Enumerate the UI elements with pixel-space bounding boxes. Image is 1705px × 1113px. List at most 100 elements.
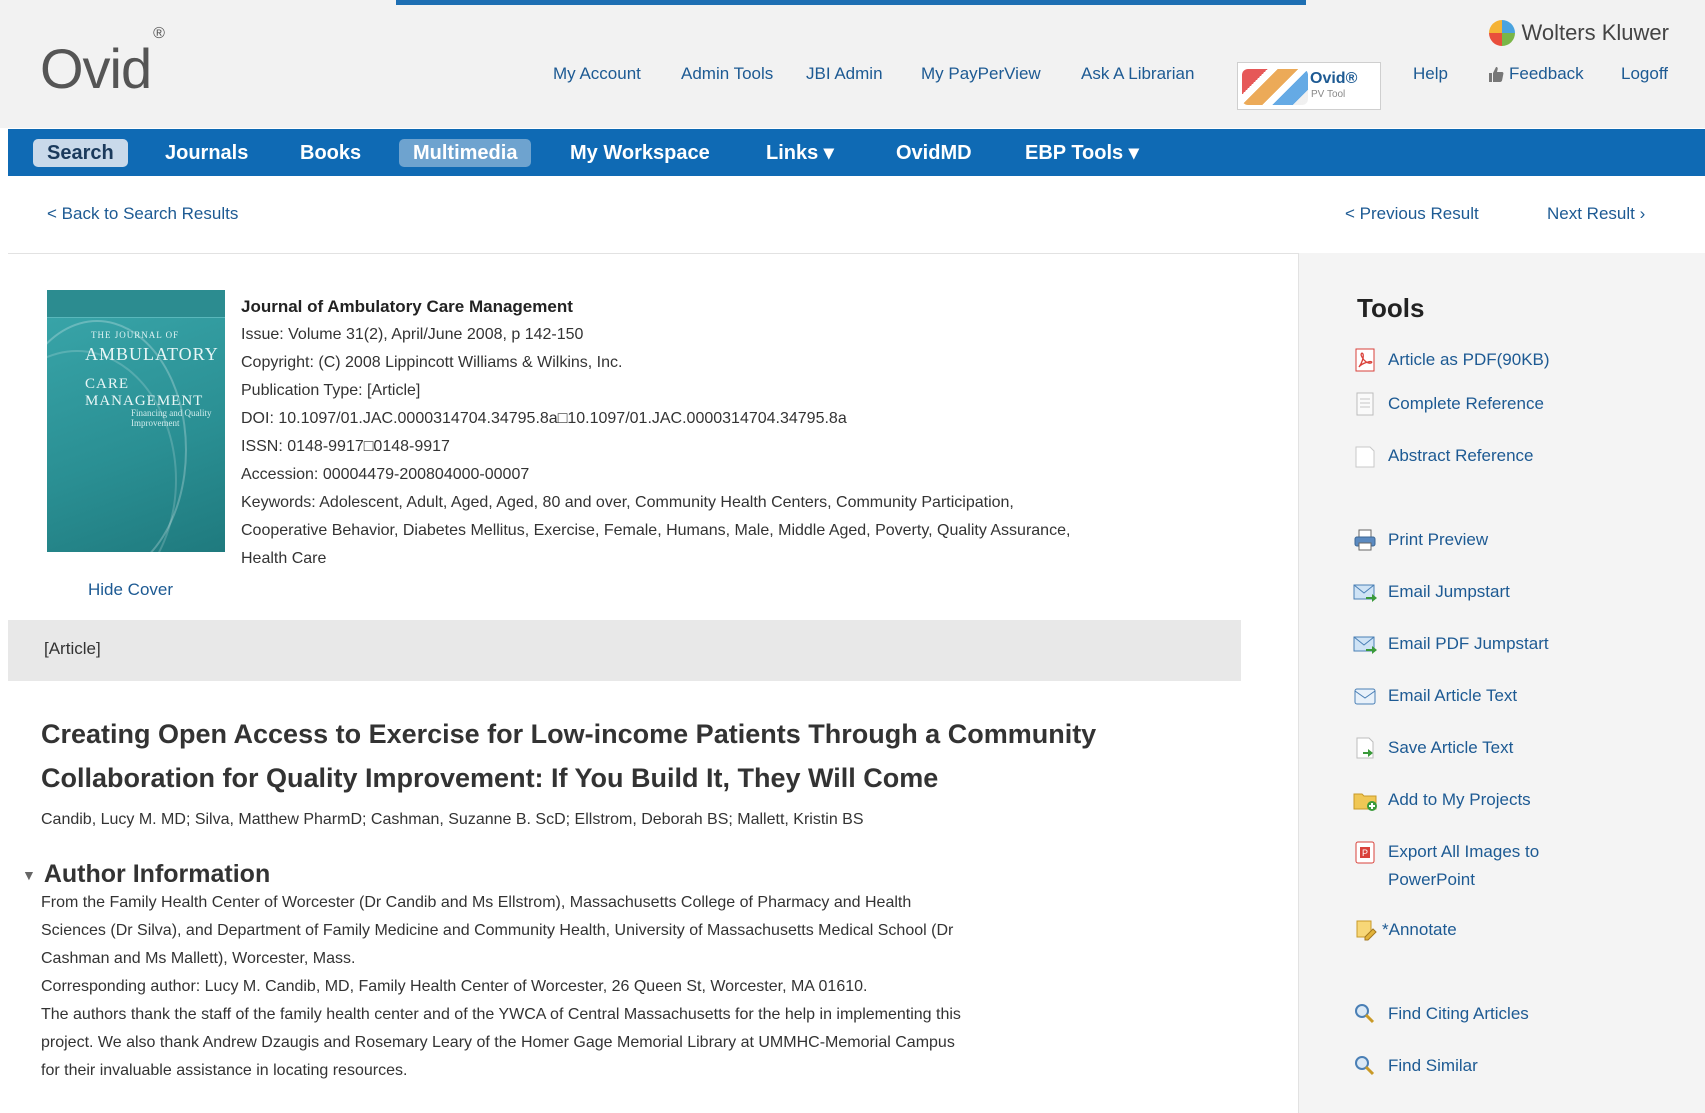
tool-print-preview[interactable]: Print Preview <box>1352 526 1488 554</box>
magnifier-icon <box>1355 1056 1375 1076</box>
tool-label: Find Citing Articles <box>1388 1004 1529 1023</box>
wolters-kluwer-label: Wolters Kluwer <box>1521 20 1669 45</box>
back-to-search-results-link[interactable]: < Back to Search Results <box>47 204 238 224</box>
wolters-kluwer-logo-icon <box>1489 20 1516 46</box>
tool-label: Email Jumpstart <box>1388 582 1510 601</box>
journal-cover-image: THE JOURNAL OF AMBULATORY CARE MANAGEMEN… <box>47 290 225 552</box>
content-divider <box>8 253 1298 254</box>
tool-save-article-text[interactable]: Save Article Text <box>1352 734 1513 762</box>
feedback-link[interactable]: Feedback <box>1487 64 1584 84</box>
next-result-link[interactable]: Next Result › <box>1547 204 1645 224</box>
pv-tool-sub: PV Tool <box>1311 89 1346 100</box>
tool-annotate[interactable]: *Annotate <box>1352 916 1457 944</box>
tool-email-pdf-jumpstart[interactable]: Email PDF Jumpstart <box>1352 630 1549 658</box>
document-icon <box>1356 392 1374 416</box>
tool-label: Export All Images to PowerPoint <box>1388 842 1540 889</box>
author-information-body: From the Family Health Center of Worcest… <box>41 889 1241 1085</box>
author-info-line: Cashman and Ms Mallett), Worcester, Mass… <box>41 950 356 967</box>
nav-books[interactable]: Books <box>286 139 375 167</box>
ovid-pv-tool-button[interactable]: Ovid® PV Tool <box>1237 62 1381 110</box>
article-authors: Candib, Lucy M. MD; Silva, Matthew Pharm… <box>41 811 864 828</box>
magnifier-icon <box>1355 1004 1375 1024</box>
tool-abstract-reference[interactable]: Abstract Reference <box>1352 442 1534 470</box>
my-payperview-link[interactable]: My PayPerView <box>921 64 1041 84</box>
citation-accession: Accession: 00004479-200804000-00007 <box>241 466 530 483</box>
author-info-line: The authors thank the staff of the famil… <box>41 1006 961 1023</box>
tool-export-images-powerpoint[interactable]: P Export All Images to PowerPoint <box>1352 838 1539 894</box>
nav-multimedia[interactable]: Multimedia <box>399 139 532 167</box>
admin-tools-link[interactable]: Admin Tools <box>681 64 773 84</box>
nav-my-workspace[interactable]: My Workspace <box>556 139 724 167</box>
svg-text:P: P <box>1362 848 1368 858</box>
journal-title[interactable]: Journal of Ambulatory Care Management <box>241 293 1221 321</box>
article-type: [Article] <box>44 639 101 658</box>
citation-doi: DOI: 10.1097/01.JAC.0000314704.34795.8a□… <box>241 410 847 427</box>
author-information-toggle[interactable]: ▼ Author Information <box>22 860 270 889</box>
nav-search[interactable]: Search <box>33 139 128 167</box>
author-info-line: for their invaluable assistance in locat… <box>41 1062 408 1079</box>
tool-label: Abstract Reference <box>1388 446 1534 465</box>
nav-ovidmd[interactable]: OvidMD <box>882 139 986 167</box>
logoff-link[interactable]: Logoff <box>1621 64 1668 84</box>
thumbs-up-icon <box>1489 67 1504 82</box>
annotate-icon <box>1356 920 1377 941</box>
tool-label: Print Preview <box>1388 530 1489 549</box>
feedback-label: Feedback <box>1509 64 1584 83</box>
author-information-heading: Author Information <box>43 860 271 888</box>
citation-keywords-1: Keywords: Adolescent, Adult, Aged, Aged,… <box>241 494 1014 511</box>
author-info-line: Sciences (Dr Silva), and Department of F… <box>41 922 954 939</box>
hide-cover-link[interactable]: Hide Cover <box>88 580 173 600</box>
blank-document-icon <box>1355 446 1375 468</box>
tool-find-citing-articles[interactable]: Find Citing Articles <box>1352 1000 1529 1028</box>
author-info-line: Corresponding author: Lucy M. Candib, MD… <box>41 978 868 995</box>
citation-copyright: Copyright: (C) 2008 Lippincott Williams … <box>241 354 623 371</box>
tool-email-article-text[interactable]: Email Article Text <box>1352 682 1517 710</box>
jbi-admin-link[interactable]: JBI Admin <box>806 64 883 84</box>
pv-tool-name: Ovid® <box>1310 70 1358 87</box>
pdf-icon <box>1355 348 1375 372</box>
cover-line-3: CARE MANAGEMENT <box>85 376 204 409</box>
email-arrow-icon <box>1353 636 1377 654</box>
nav-links[interactable]: Links ▾ <box>752 139 848 167</box>
help-link[interactable]: Help <box>1413 64 1448 84</box>
tool-label: Email PDF Jumpstart <box>1388 634 1549 653</box>
tool-complete-reference[interactable]: Complete Reference <box>1352 390 1544 418</box>
article-type-bar: [Article] <box>8 620 1241 681</box>
ovid-logo[interactable]: Ovid® <box>40 25 165 101</box>
tools-heading: Tools <box>1357 293 1425 323</box>
cover-line-2: THE JOURNAL OF <box>91 330 180 340</box>
tool-article-pdf[interactable]: Article as PDF(90KB) <box>1352 346 1550 374</box>
tool-find-similar[interactable]: Find Similar <box>1352 1052 1478 1080</box>
previous-result-link[interactable]: < Previous Result <box>1345 204 1479 224</box>
folder-add-icon <box>1353 793 1377 811</box>
tool-email-jumpstart[interactable]: Email Jumpstart <box>1352 578 1510 606</box>
tool-label: Find Similar <box>1388 1056 1478 1075</box>
citation-issn: ISSN: 0148-9917□0148-9917 <box>241 438 450 455</box>
caret-down-icon: ▼ <box>22 866 36 883</box>
save-icon <box>1356 737 1374 759</box>
powerpoint-icon: P <box>1355 841 1375 864</box>
cover-line-1: AMBULATORY <box>85 344 219 364</box>
author-info-line: project. We also thank Andrew Dzaugis an… <box>41 1034 955 1051</box>
citation-keywords-2: Cooperative Behavior, Diabetes Mellitus,… <box>241 522 1071 539</box>
ask-a-librarian-link[interactable]: Ask A Librarian <box>1081 64 1194 84</box>
citation-pubtype: Publication Type: [Article] <box>241 382 421 399</box>
citation-block: Journal of Ambulatory Care Management Is… <box>241 293 1221 573</box>
nav-journals[interactable]: Journals <box>151 139 262 167</box>
email-arrow-icon <box>1353 584 1377 602</box>
tool-label: *Annotate <box>1382 920 1457 939</box>
citation-keywords-3: Health Care <box>241 550 327 567</box>
tool-label: Email Article Text <box>1388 686 1518 705</box>
tool-label: Add to My Projects <box>1388 790 1531 809</box>
nav-ebp-tools[interactable]: EBP Tools ▾ <box>1011 139 1153 167</box>
tool-add-to-my-projects[interactable]: Add to My Projects <box>1352 786 1531 814</box>
tool-label: Complete Reference <box>1388 394 1544 413</box>
citation-issue: Issue: Volume 31(2), April/June 2008, p … <box>241 326 584 343</box>
tool-label: Save Article Text <box>1388 738 1514 757</box>
wolters-kluwer-brand: Wolters Kluwer <box>1489 20 1669 46</box>
header-top-accent <box>396 0 1306 5</box>
cover-line-4: Financing and Quality Improvement <box>131 408 212 428</box>
my-account-link[interactable]: My Account <box>553 64 641 84</box>
email-icon <box>1354 688 1376 705</box>
author-info-line: From the Family Health Center of Worcest… <box>41 894 912 911</box>
